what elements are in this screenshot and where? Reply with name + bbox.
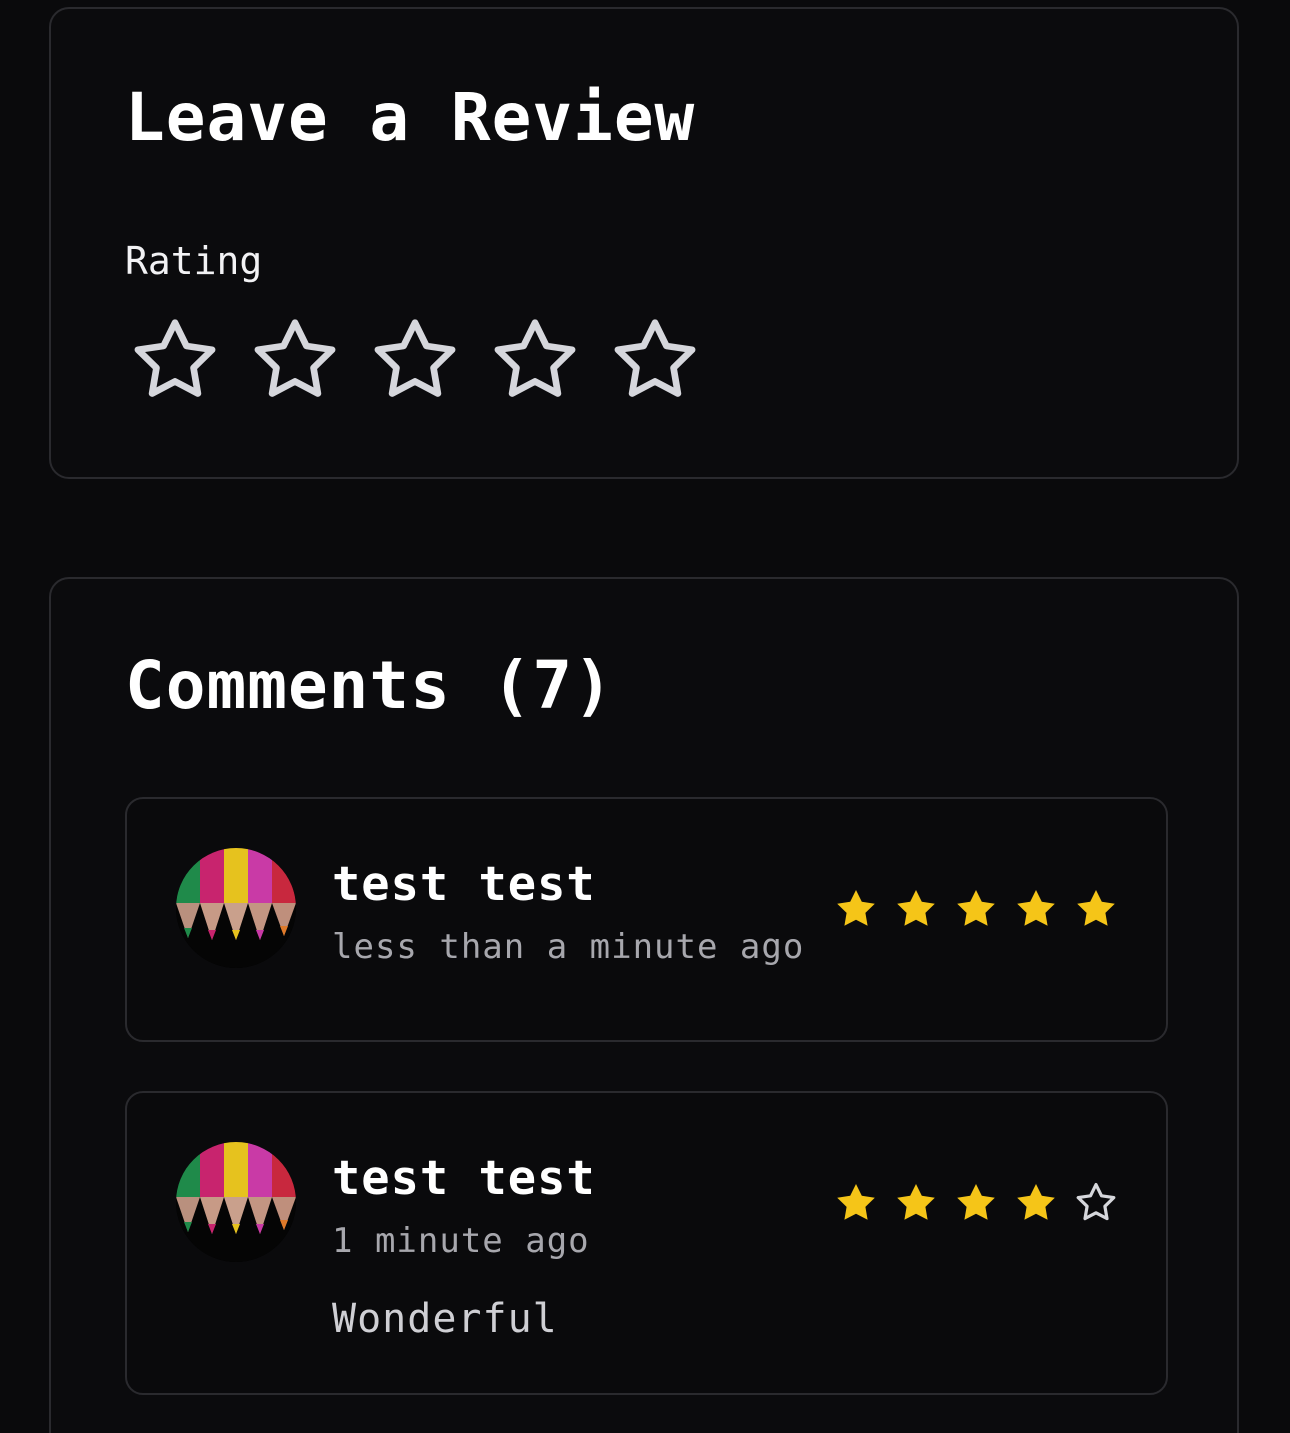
rating-star-input[interactable] [125,311,705,411]
comment-rating [832,1179,1120,1227]
rating-star-5-icon[interactable] [605,311,705,411]
star-filled-icon [837,890,875,926]
review-form-title: Leave a Review [125,79,696,156]
comment-author: test test [332,857,596,912]
comments-title: Comments (7) [125,647,614,724]
comment-item: test test 1 minute ago Wonderful [125,1091,1168,1395]
star-filled-icon [897,1184,935,1220]
comment-timestamp: 1 minute ago [332,1221,590,1261]
avatar [176,1142,296,1262]
star-filled-icon [1077,890,1115,926]
star-filled-icon [957,1184,995,1220]
rating-star-4-icon[interactable] [485,311,585,411]
comments-card: Comments (7) test test less than a minut… [49,577,1239,1433]
review-form-card: Leave a Review Rating [49,7,1239,479]
comment-item: test test less than a minute ago [125,797,1168,1042]
colored-pencils-avatar-icon [176,848,296,968]
comment-rating [832,885,1120,933]
comment-author: test test [332,1151,596,1206]
comment-timestamp: less than a minute ago [332,927,805,967]
colored-pencils-avatar-icon [176,1142,296,1262]
rating-star-2-icon[interactable] [245,311,345,411]
rating-star-1-icon[interactable] [125,311,225,411]
rating-star-3-icon[interactable] [365,311,465,411]
rating-label: Rating [125,239,263,283]
star-filled-icon [837,1184,875,1220]
avatar [176,848,296,968]
star-filled-icon [1017,890,1055,926]
comment-body: Wonderful [332,1296,558,1342]
star-filled-icon [897,890,935,926]
star-outline-icon [1076,1183,1116,1221]
star-filled-icon [1017,1184,1055,1220]
star-filled-icon [957,890,995,926]
